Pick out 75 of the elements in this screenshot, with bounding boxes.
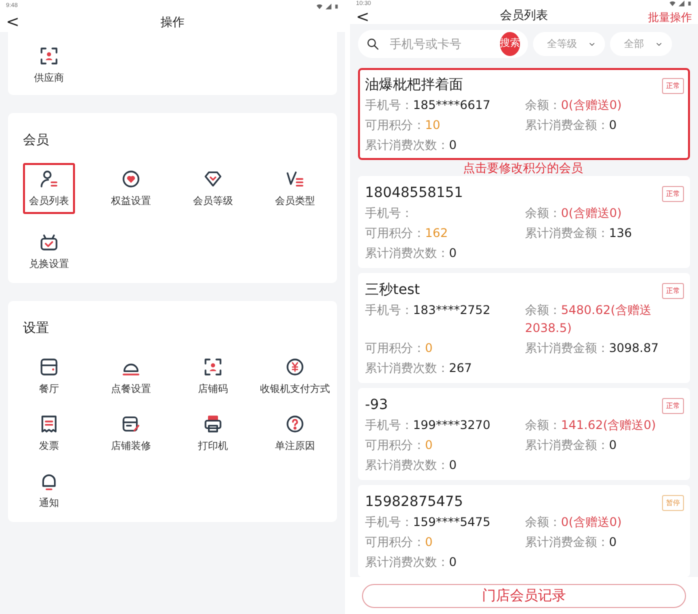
store-icon [121,414,141,434]
menu-item[interactable]: 店铺装修 [105,408,157,459]
menu-item[interactable]: 打印机 [192,408,234,459]
member-field: 余额：0(含赠送0) [525,96,682,114]
member-field: 手机号：199****3270 [365,416,525,434]
member-field: 累计消费次数：0 [365,244,525,262]
member-field: 手机号：159****5475 [365,513,525,531]
signal-icon [325,2,332,10]
scan-person-icon [39,46,59,66]
store-member-records-button[interactable]: 门店会员记录 [362,584,686,608]
section-title: 会员 [23,132,50,149]
receipt-icon [39,414,59,434]
yen-icon [285,357,305,377]
menu-item[interactable]: 权益设置 [105,163,157,214]
person-icon [39,169,59,189]
menu-item[interactable]: 会员类型 [269,163,321,214]
member-field: 累计消费金额：136 [525,224,682,242]
batch-action-link[interactable]: 批量操作 [648,10,692,25]
member-name: 15982875475 [365,493,463,512]
member-field: 手机号： [365,204,525,222]
member-field: 可用积分：10 [365,116,525,134]
member-field: 累计消费金额：0 [525,533,682,551]
member-field: 余额：0(含赠送0) [525,513,682,531]
question-icon [285,414,305,434]
screen-title: 操作 [160,14,184,30]
search-icon [366,36,380,52]
printer-icon [203,414,223,434]
chevron-down-icon [587,40,597,48]
member-name: -93 [365,396,388,415]
member-name: 油爆枇杷拌着面 [365,76,463,95]
menu-item[interactable]: 兑换设置 [23,226,75,277]
back-button[interactable]: < [354,8,372,26]
member-field: 余额：141.62(含赠送0) [525,416,682,434]
back-button[interactable]: < [4,13,22,31]
member-field: 余额：5480.62(含赠送2038.5) [525,301,682,337]
battery-icon [334,2,339,10]
menu-item[interactable]: 店铺码 [192,351,234,402]
battery-icon [687,0,692,7]
diamond-icon [203,169,223,189]
chevron-down-icon [654,40,664,48]
member-field: 累计消费次数：0 [365,456,525,474]
menu-item[interactable]: 会员等级 [187,163,239,214]
menu-item[interactable]: 供应商 [28,40,70,91]
member-field: 累计消费金额：0 [525,436,682,454]
store-icon [39,357,59,377]
member-field: 可用积分：0 [365,436,525,454]
search-button[interactable]: 搜索 [500,32,520,56]
member-field: 累计消费次数：0 [365,136,525,154]
screen-title: 会员列表 [500,7,548,24]
menu-item[interactable]: 点餐设置 [105,351,157,402]
member-field: 可用积分：162 [365,224,525,242]
menu-item[interactable]: 通知 [33,465,65,516]
menu-item[interactable]: 单注原因 [269,408,321,459]
member-name: 18048558151 [365,184,463,203]
member-field: 累计消费次数：267 [365,359,525,377]
menu-item[interactable]: 餐厅 [33,351,65,402]
check-list-icon [285,169,305,189]
search-field[interactable]: 手机号或卡号 搜索 [358,30,528,58]
member-field: 手机号：185****6617 [365,96,525,114]
wifi-icon [669,0,676,7]
member-field: 累计消费金额：3098.87 [525,339,682,357]
member-field: 余额：0(含赠送0) [525,204,682,222]
section-title: 设置 [23,320,50,337]
menu-item[interactable]: 收银机支付方式 [254,351,336,402]
menu-item[interactable]: 发票 [33,408,65,459]
member-field: 手机号：183****2752 [365,301,525,337]
member-field: 累计消费金额：0 [525,116,682,134]
member-field: 可用积分：0 [365,339,525,357]
annotation-text: 点击要修改积分的会员 [463,161,583,175]
menu-item[interactable]: 会员列表 [23,163,75,214]
member-field: 可用积分：0 [365,533,525,551]
member-name: 三秒test [365,281,420,300]
wifi-icon [316,2,323,10]
scan-person-icon [203,357,223,377]
member-field: 累计消费次数：0 [365,553,525,571]
